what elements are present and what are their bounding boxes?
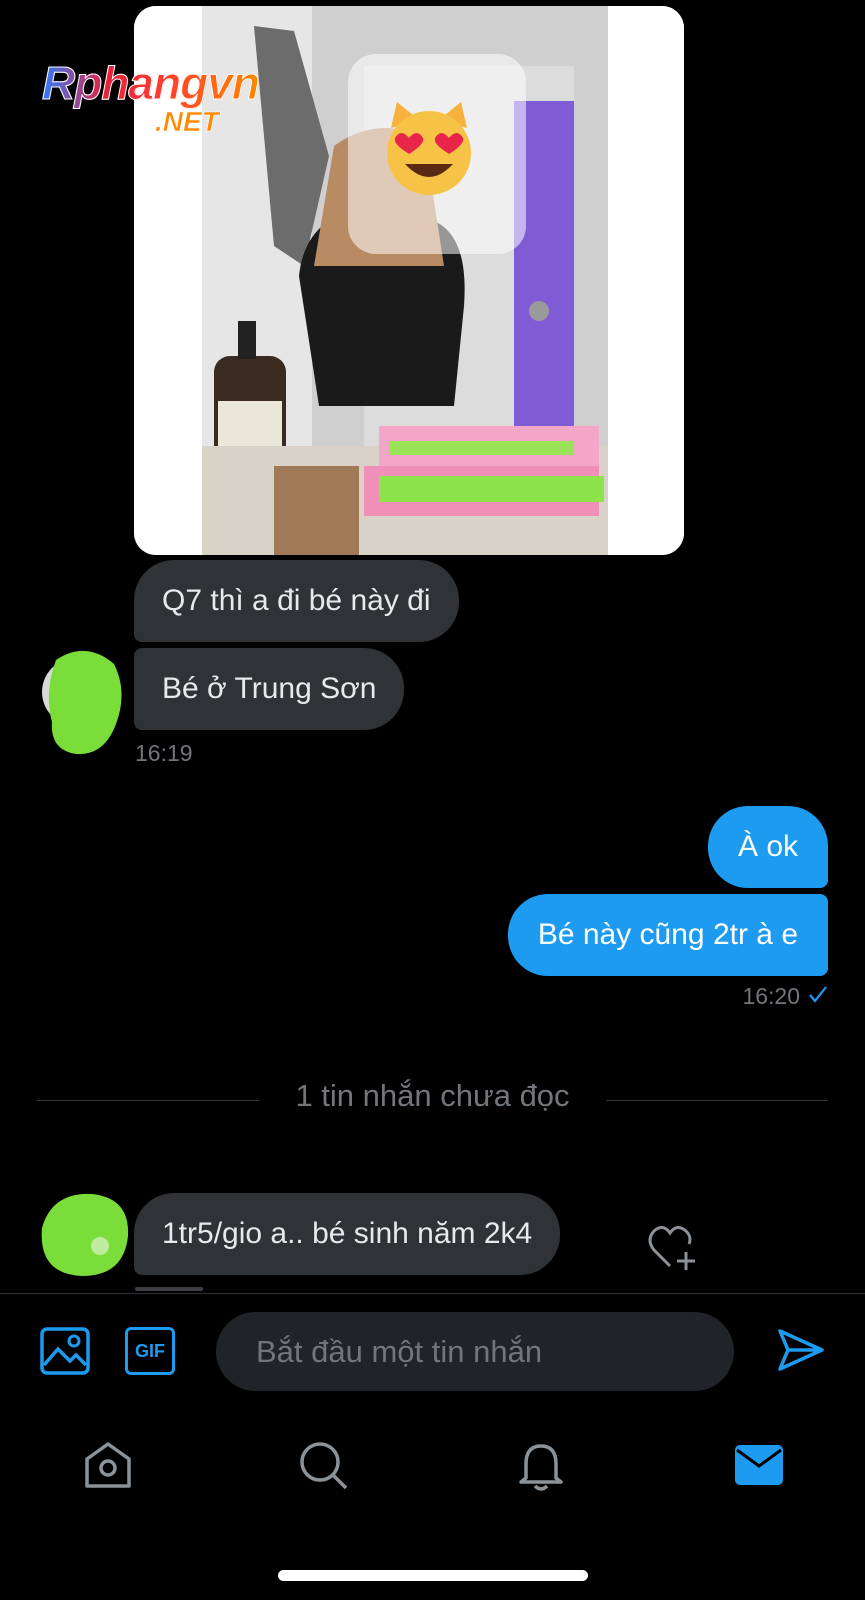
gif-button[interactable]: GIF xyxy=(125,1327,175,1375)
message-timestamp-clipped xyxy=(135,1283,215,1292)
message-bubble-outgoing[interactable]: Bé này cũng 2tr à e xyxy=(507,894,828,976)
image-upload-icon[interactable] xyxy=(40,1327,90,1380)
message-text: 1tr5/gio a.. bé sinh năm 2k4 xyxy=(162,1217,533,1250)
message-bubble-incoming[interactable]: Q7 thì a đi bé này đi xyxy=(134,560,459,642)
message-text: Bé này cũng 2tr à e xyxy=(537,918,798,951)
divider-line xyxy=(606,1100,828,1101)
avatar[interactable] xyxy=(36,642,126,760)
divider-line xyxy=(37,1100,259,1101)
sent-check-icon xyxy=(808,984,828,1009)
message-input-placeholder: Bắt đầu một tin nhắn xyxy=(256,1333,543,1369)
message-text: Q7 thì a đi bé này đi xyxy=(162,584,431,617)
message-bubble-outgoing[interactable]: À ok xyxy=(707,806,828,888)
message-timestamp: 16:19 xyxy=(135,740,193,766)
gif-label: GIF xyxy=(135,1340,165,1361)
watermark-main: Rphangvn xyxy=(42,57,261,110)
message-text: Bé ở Trung Sơn xyxy=(162,672,377,705)
message-bubble-incoming[interactable]: 1tr5/gio a.. bé sinh năm 2k4 xyxy=(134,1193,561,1275)
home-icon[interactable] xyxy=(82,1440,134,1495)
home-indicator xyxy=(278,1570,588,1581)
message-timestamp: 16:20 xyxy=(742,983,800,1009)
search-icon[interactable] xyxy=(298,1440,350,1497)
watermark-suffix: .NET xyxy=(155,106,219,138)
mail-icon[interactable] xyxy=(734,1444,784,1491)
message-input[interactable]: Bắt đầu một tin nhắn xyxy=(216,1312,734,1391)
send-icon[interactable] xyxy=(776,1325,826,1380)
avatar[interactable] xyxy=(32,1188,132,1280)
bell-icon[interactable] xyxy=(516,1440,566,1497)
unread-divider-label: 1 tin nhắn chưa đọc xyxy=(295,1078,570,1113)
sent-status: 16:20 xyxy=(742,983,828,1010)
message-bubble-incoming[interactable]: Bé ở Trung Sơn xyxy=(134,648,405,730)
heart-eyes-cat-emoji-icon xyxy=(379,98,479,198)
composer-divider xyxy=(0,1293,865,1294)
react-heart-icon[interactable] xyxy=(646,1222,698,1277)
watermark-logo: Rphangvn .NET xyxy=(42,56,332,146)
message-text: À ok xyxy=(737,830,798,863)
